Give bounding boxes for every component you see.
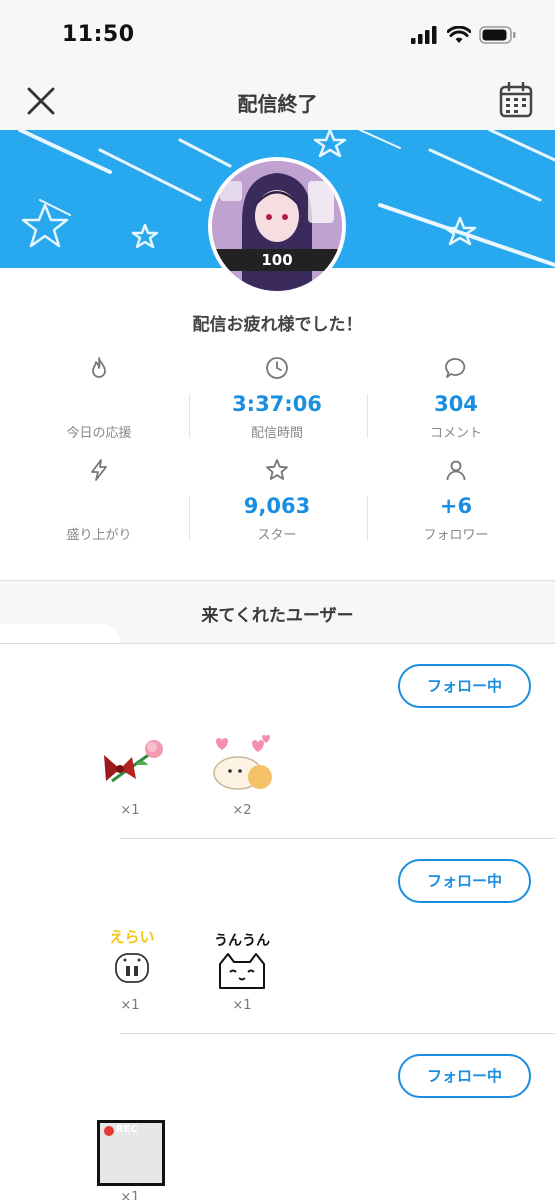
section-title: 来てくれたユーザー	[201, 606, 354, 626]
stat-duration: 3:37:06 配信時間	[188, 350, 366, 442]
status-time: 11:50	[62, 22, 135, 47]
divider	[120, 838, 555, 839]
following-button[interactable]: フォロー中	[398, 1054, 531, 1098]
erai-pig-gift: えらい	[96, 926, 168, 990]
wifi-icon	[447, 26, 471, 43]
stats-grid: 今日の応援 3:37:06 配信時間 304 コメント 盛り上がり 9,063 …	[0, 350, 555, 550]
stat-stars: 9,063 スター	[188, 452, 366, 544]
following-button[interactable]: フォロー中	[398, 859, 531, 903]
avatar[interactable]: 100	[208, 157, 346, 295]
avatar-image: 100	[212, 161, 342, 291]
divider	[189, 394, 190, 438]
gift-text: うんうん	[214, 933, 270, 949]
rec-dot-icon	[104, 1126, 114, 1136]
divider	[189, 496, 190, 540]
stat-value: +6	[439, 494, 473, 518]
stat-value: 9,063	[243, 494, 311, 518]
stat-label: コメント	[429, 426, 482, 441]
stat-label: 盛り上がり	[66, 528, 132, 543]
fire-icon	[92, 357, 106, 378]
signal-icon	[411, 26, 437, 44]
gift-count: ×1	[120, 803, 140, 818]
cat-icon	[219, 953, 265, 989]
stat-followers: +6 フォロワー	[367, 452, 545, 544]
divider	[120, 1033, 555, 1034]
bolt-icon	[91, 459, 107, 481]
stat-label: 配信時間	[250, 426, 303, 441]
status-icons	[411, 26, 517, 44]
gift-count: ×2	[232, 803, 252, 818]
stat-value: 3:37:06	[232, 392, 322, 416]
pig-icon	[115, 953, 149, 983]
unun-cat-gift: うんうん	[206, 930, 278, 990]
person-icon	[446, 460, 466, 481]
calendar-icon[interactable]	[499, 82, 533, 118]
stat-label: フォロワー	[423, 528, 489, 543]
page-title: 配信終了	[237, 92, 318, 116]
gift-count: ×1	[232, 998, 252, 1013]
following-button[interactable]: フォロー中	[398, 664, 531, 708]
stat-support: 今日の応援	[10, 350, 188, 442]
stat-value: 304	[434, 392, 478, 416]
gift-count: ×1	[120, 998, 140, 1013]
divider	[367, 496, 368, 540]
clock-icon	[266, 357, 288, 379]
rose-gift-icon	[104, 740, 163, 783]
comment-icon	[445, 358, 466, 378]
cat-hearts-gift-icon	[213, 735, 272, 790]
star-icon	[266, 459, 288, 480]
headline: 配信お疲れ様でした！	[192, 315, 363, 335]
rec-frame-gift: REC	[97, 1120, 165, 1186]
stat-label: 今日の応援	[66, 426, 132, 441]
stat-label: スター	[257, 528, 297, 543]
divider	[367, 394, 368, 438]
divider	[0, 643, 555, 644]
battery-icon	[479, 26, 516, 44]
status-bar: 11:50	[0, 0, 555, 72]
nav-header: 配信終了	[0, 72, 555, 130]
stat-comments: 304 コメント	[367, 350, 545, 442]
gift-text: REC	[116, 1124, 138, 1135]
avatar-text: 100	[261, 251, 292, 269]
gift-text: えらい	[109, 928, 155, 946]
gift-count: ×1	[120, 1190, 140, 1200]
stat-excitement: 盛り上がり	[10, 452, 188, 544]
